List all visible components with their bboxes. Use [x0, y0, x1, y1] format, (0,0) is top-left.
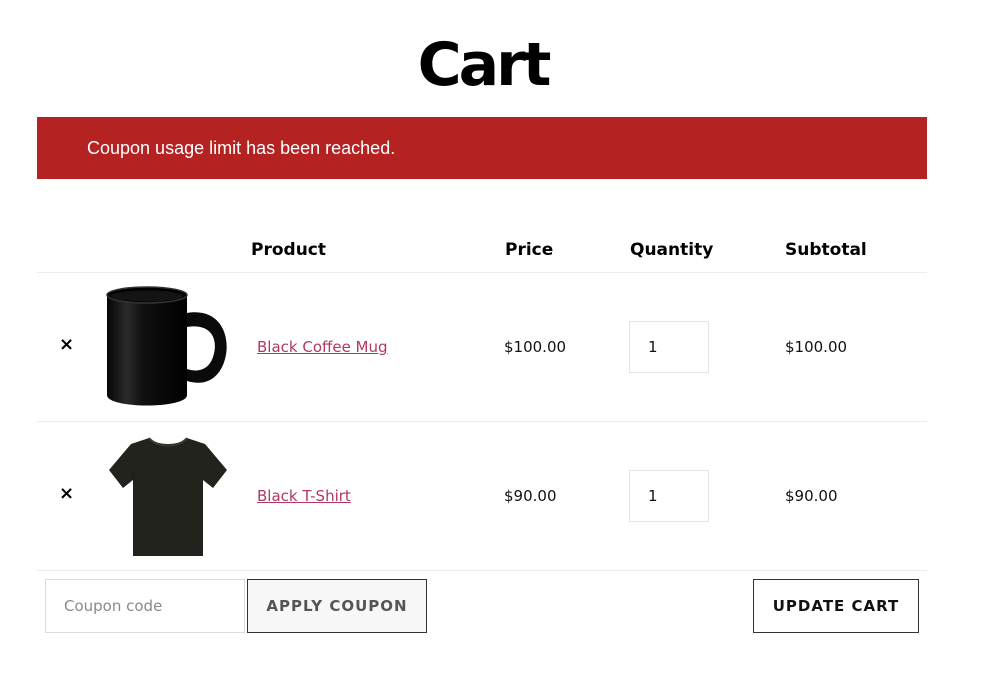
update-cart-button[interactable]: UPDATE CART — [753, 579, 919, 633]
table-row: × Black Coffee Mug $100.00 1 $100.00 — [37, 273, 927, 422]
coupon-code-input[interactable] — [45, 579, 245, 633]
column-header-quantity: Quantity — [630, 240, 714, 260]
cart-page: Cart Coupon usage limit has been reached… — [0, 0, 993, 695]
black-t-shirt-image[interactable] — [105, 434, 231, 558]
cart-table: Product Price Quantity Subtotal × Black … — [37, 225, 927, 571]
error-notice: Coupon usage limit has been reached. — [37, 117, 927, 179]
cart-actions: APPLY COUPON UPDATE CART — [45, 579, 919, 633]
close-icon[interactable]: × — [59, 335, 74, 355]
product-link-black-t-shirt[interactable]: Black T-Shirt — [257, 487, 351, 505]
table-row: × Black T-Shirt $90.00 $90.00 — [37, 422, 927, 571]
price-cell: $100.00 — [504, 338, 567, 356]
apply-coupon-button[interactable]: APPLY COUPON — [247, 579, 427, 633]
column-header-subtotal: Subtotal — [785, 240, 867, 260]
price-cell: $90.00 — [504, 487, 557, 505]
subtotal-cell: $90.00 — [785, 487, 838, 505]
page-title: Cart — [417, 30, 552, 100]
column-header-product: Product — [251, 240, 326, 260]
table-header-row: Product Price Quantity Subtotal — [37, 225, 927, 273]
close-icon[interactable]: × — [59, 484, 74, 504]
subtotal-cell: $100.00 — [785, 338, 848, 356]
quantity-input[interactable] — [629, 470, 709, 522]
column-header-price: Price — [505, 240, 554, 260]
quantity-input[interactable] — [629, 321, 709, 373]
product-link-black-coffee-mug[interactable]: Black Coffee Mug — [257, 338, 388, 356]
black-coffee-mug-image[interactable] — [105, 285, 231, 409]
